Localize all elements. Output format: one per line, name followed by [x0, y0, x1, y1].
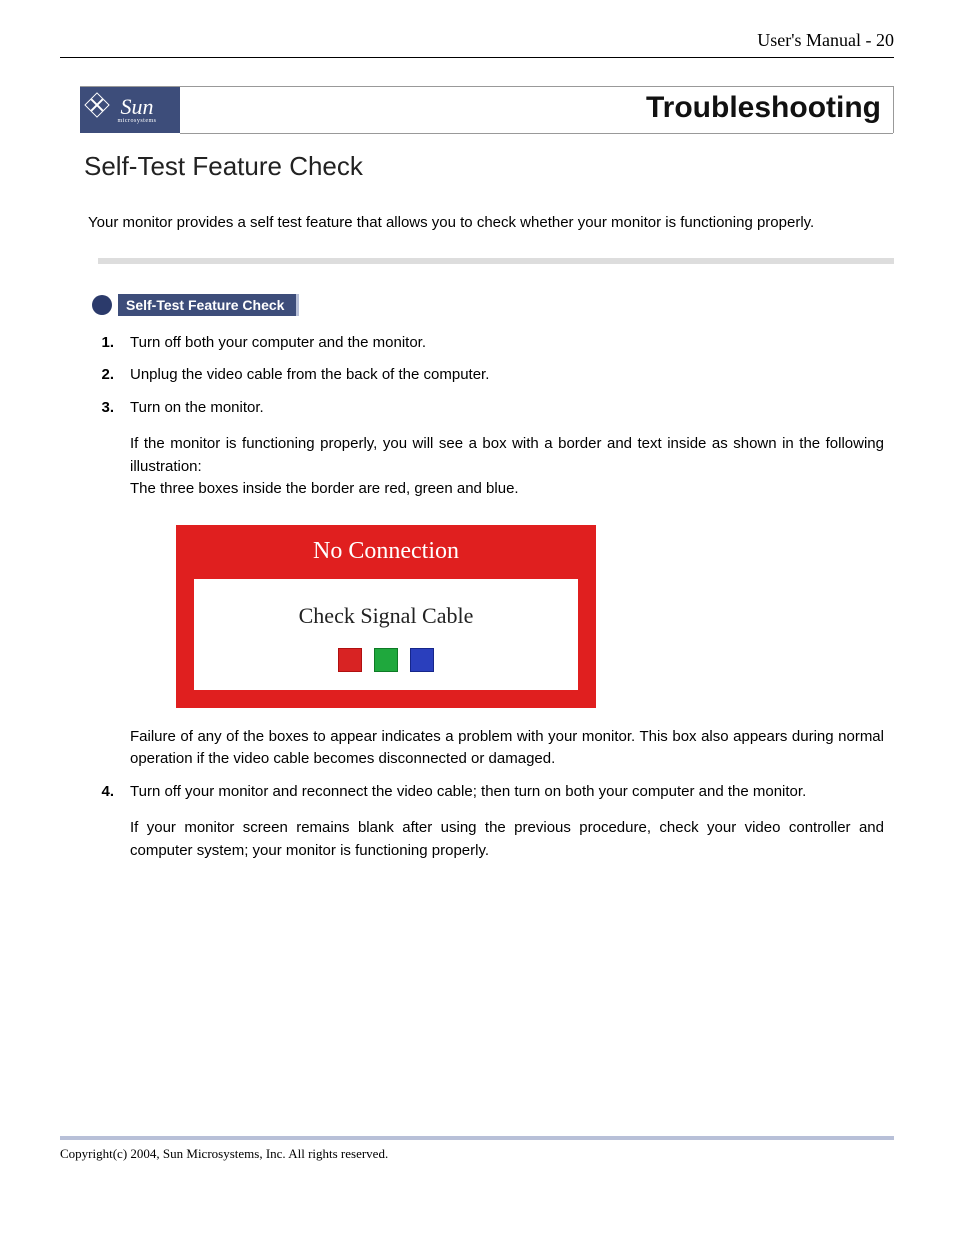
- intro-paragraph: Your monitor provides a self test featur…: [88, 212, 884, 234]
- step-1-text: Turn off both your computer and the moni…: [130, 334, 426, 351]
- steps-list: Turn off both your computer and the moni…: [84, 332, 884, 863]
- page-header: User's Manual - 20: [60, 30, 894, 58]
- subsection-label: Self-Test Feature Check: [116, 294, 299, 316]
- page: User's Manual - 20 Sun microsystems Trou…: [0, 0, 954, 1180]
- step-4: Turn off your monitor and reconnect the …: [84, 781, 884, 863]
- no-connection-illustration: No Connection Check Signal Cable: [176, 525, 596, 708]
- page-footer: Copyright(c) 2004, Sun Microsystems, Inc…: [60, 1136, 894, 1162]
- green-box-icon: [374, 648, 398, 672]
- red-box-icon: [338, 648, 362, 672]
- step-2: Unplug the video cable from the back of …: [84, 364, 884, 387]
- chapter-title: Troubleshooting: [180, 87, 893, 134]
- sun-logo: Sun microsystems: [80, 87, 180, 133]
- step-3-note-1-line2: The three boxes inside the border are re…: [130, 480, 519, 497]
- illustration-heading: No Connection: [176, 525, 596, 579]
- chapter-banner: Sun microsystems Troubleshooting: [80, 86, 894, 133]
- bullet-icon: [92, 295, 112, 315]
- sun-logo-subtext: microsystems: [118, 118, 157, 124]
- illustration-caption: Check Signal Cable: [194, 599, 578, 632]
- step-3-note-1-line1: If the monitor is functioning properly, …: [130, 435, 884, 475]
- step-3: Turn on the monitor. If the monitor is f…: [84, 397, 884, 771]
- sun-logo-text: Sun: [121, 96, 154, 118]
- step-3-after: Failure of any of the boxes to appear in…: [130, 726, 884, 771]
- step-4-note: If your monitor screen remains blank aft…: [130, 817, 884, 862]
- blue-box-icon: [410, 648, 434, 672]
- sun-logo-icon: [84, 92, 109, 117]
- step-3-note-1: If the monitor is functioning properly, …: [130, 433, 884, 501]
- divider: [98, 258, 894, 264]
- content-area: Your monitor provides a self test featur…: [84, 212, 894, 862]
- step-4-text: Turn off your monitor and reconnect the …: [130, 783, 806, 800]
- step-1: Turn off both your computer and the moni…: [84, 332, 884, 355]
- step-3-text: Turn on the monitor.: [130, 399, 264, 416]
- copyright-text: Copyright(c) 2004, Sun Microsystems, Inc…: [60, 1146, 388, 1161]
- footer-rule: [60, 1136, 894, 1140]
- section-title: Self-Test Feature Check: [84, 151, 894, 182]
- subsection-header: Self-Test Feature Check: [92, 294, 894, 316]
- illustration-body: Check Signal Cable: [194, 579, 578, 690]
- step-2-text: Unplug the video cable from the back of …: [130, 366, 489, 383]
